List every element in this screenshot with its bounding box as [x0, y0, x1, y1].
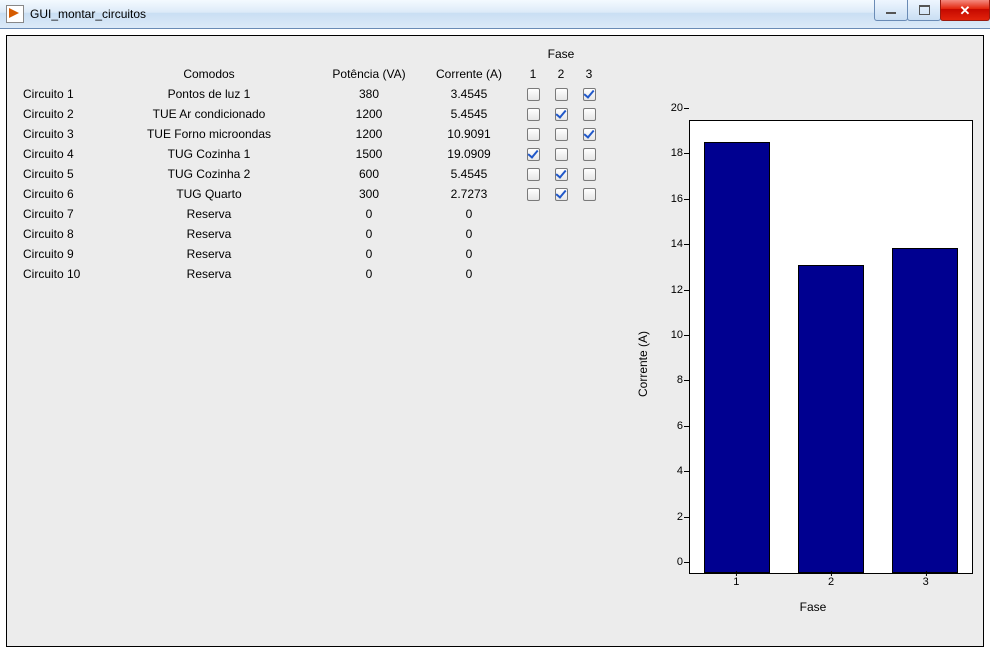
row-name: Circuito 6	[19, 186, 99, 202]
row-comodo: Pontos de luz 1	[99, 86, 319, 102]
row-comodo: Reserva	[99, 206, 319, 222]
row-name: Circuito 1	[19, 86, 99, 102]
y-tick: 4	[643, 465, 683, 477]
row-potencia: 1500	[319, 146, 419, 162]
close-icon: ✕	[960, 4, 971, 17]
row-corrente: 10.9091	[419, 126, 519, 142]
y-tick: 14	[643, 238, 683, 250]
x-tick: 3	[923, 576, 929, 588]
window-title: GUI_montar_circuitos	[30, 7, 146, 21]
col-header-f2: 2	[547, 66, 575, 82]
fase-checkbox-2[interactable]	[555, 88, 568, 101]
row-comodo: TUE Forno microondas	[99, 126, 319, 142]
fase-checkbox-1[interactable]	[527, 168, 540, 181]
row-potencia: 0	[319, 206, 419, 222]
fase-checkbox-2[interactable]	[555, 168, 568, 181]
phase-bar-chart: Corrente (A) 02468101214161820 123 Fase	[643, 114, 983, 614]
row-corrente: 2.7273	[419, 186, 519, 202]
x-tick: 1	[733, 576, 739, 588]
titlebar[interactable]: GUI_montar_circuitos ✕	[0, 0, 990, 29]
col-header-f1: 1	[519, 66, 547, 82]
y-tick: 2	[643, 511, 683, 523]
row-name: Circuito 2	[19, 106, 99, 122]
row-potencia: 600	[319, 166, 419, 182]
fase-checkbox-2[interactable]	[555, 128, 568, 141]
row-corrente: 0	[419, 226, 519, 242]
y-tick: 12	[643, 284, 683, 296]
row-corrente: 5.4545	[419, 166, 519, 182]
fase-checkbox-1[interactable]	[527, 108, 540, 121]
y-tick: 6	[643, 420, 683, 432]
app-window: GUI_montar_circuitos ✕ Fase ComodosPotênc…	[0, 0, 990, 653]
row-comodo: Reserva	[99, 266, 319, 282]
fase-checkbox-1[interactable]	[527, 148, 540, 161]
fase-checkbox-1[interactable]	[527, 88, 540, 101]
row-corrente: 0	[419, 206, 519, 222]
y-tick: 10	[643, 329, 683, 341]
col-header-corrente: Corrente (A)	[419, 66, 519, 82]
bar-3	[892, 248, 958, 573]
fase-checkbox-1[interactable]	[527, 188, 540, 201]
fase-checkbox-2[interactable]	[555, 148, 568, 161]
fase-checkbox-2[interactable]	[555, 188, 568, 201]
fase-checkbox-3[interactable]	[583, 188, 596, 201]
y-tick: 0	[643, 556, 683, 568]
row-comodo: TUG Quarto	[99, 186, 319, 202]
bar-1	[704, 142, 770, 573]
maximize-button[interactable]	[907, 0, 941, 21]
fase-checkbox-1[interactable]	[527, 128, 540, 141]
row-comodo: TUG Cozinha 2	[99, 166, 319, 182]
maximize-icon	[919, 5, 930, 15]
close-button[interactable]: ✕	[940, 0, 990, 21]
circuit-table: Fase ComodosPotência (VA)Corrente (A)123 C…	[19, 46, 629, 282]
y-tick: 18	[643, 147, 683, 159]
row-potencia: 0	[319, 226, 419, 242]
minimize-button[interactable]	[874, 0, 908, 21]
row-name: Circuito 5	[19, 166, 99, 182]
row-name: Circuito 7	[19, 206, 99, 222]
row-potencia: 0	[319, 266, 419, 282]
row-name: Circuito 3	[19, 126, 99, 142]
main-panel: FaseComodosPotência (VA)Corrente (A)123C…	[6, 35, 984, 647]
row-potencia: 1200	[319, 126, 419, 142]
y-tick: 8	[643, 374, 683, 386]
minimize-icon	[886, 12, 896, 14]
row-potencia: 1200	[319, 106, 419, 122]
fase-checkbox-3[interactable]	[583, 168, 596, 181]
fase-checkbox-3[interactable]	[583, 88, 596, 101]
row-potencia: 0	[319, 246, 419, 262]
bar-2	[798, 265, 864, 573]
col-header-f3: 3	[575, 66, 603, 82]
fase-checkbox-3[interactable]	[583, 128, 596, 141]
chart-plot-area	[689, 120, 973, 574]
row-comodo: Reserva	[99, 226, 319, 242]
row-potencia: 300	[319, 186, 419, 202]
col-header-potencia: Potência (VA)	[319, 66, 419, 82]
row-comodo: TUG Cozinha 1	[99, 146, 319, 162]
col-header-comodos: Comodos	[99, 66, 319, 82]
row-comodo: Reserva	[99, 246, 319, 262]
app-icon	[6, 5, 24, 23]
chart-x-axis-label: Fase	[643, 600, 983, 614]
client-area: FaseComodosPotência (VA)Corrente (A)123C…	[0, 29, 990, 653]
fase-checkbox-3[interactable]	[583, 148, 596, 161]
row-corrente: 3.4545	[419, 86, 519, 102]
col-header-fase: Fase	[519, 46, 603, 62]
fase-checkbox-3[interactable]	[583, 108, 596, 121]
x-tick: 2	[828, 576, 834, 588]
fase-checkbox-2[interactable]	[555, 108, 568, 121]
row-comodo: TUE Ar condicionado	[99, 106, 319, 122]
row-potencia: 380	[319, 86, 419, 102]
y-tick: 20	[643, 102, 683, 114]
row-name: Circuito 9	[19, 246, 99, 262]
row-name: Circuito 8	[19, 226, 99, 242]
row-corrente: 0	[419, 246, 519, 262]
row-corrente: 19.0909	[419, 146, 519, 162]
row-name: Circuito 10	[19, 266, 99, 282]
row-corrente: 5.4545	[419, 106, 519, 122]
y-tick: 16	[643, 193, 683, 205]
window-controls: ✕	[875, 0, 990, 20]
row-name: Circuito 4	[19, 146, 99, 162]
row-corrente: 0	[419, 266, 519, 282]
